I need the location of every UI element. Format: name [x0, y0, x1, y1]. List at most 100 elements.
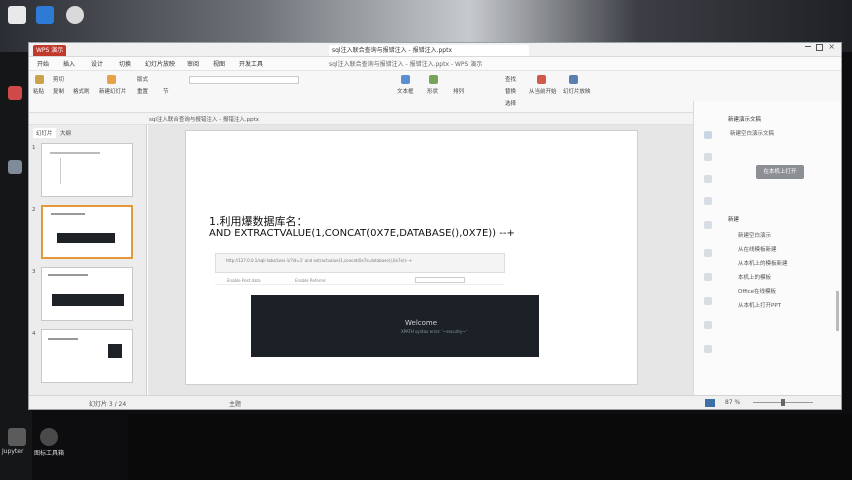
menu-slideshow[interactable]: 幻灯片放映 [145, 59, 175, 68]
slideshow-mode-icon[interactable] [705, 399, 715, 407]
slide-thumbnail-1[interactable] [41, 143, 133, 197]
pane-item-5[interactable]: Office在线模板 [738, 287, 776, 295]
shapes-icon[interactable] [429, 75, 438, 84]
thumb-image [52, 294, 124, 306]
menu-insert[interactable]: 插入 [63, 59, 75, 68]
status-bar: 幻灯片 3 / 24 主题 87 % [29, 395, 841, 409]
section-button[interactable]: 节 [163, 87, 169, 95]
tab-outline[interactable]: 大纲 [57, 128, 74, 138]
thumb-number-1: 1 [32, 145, 36, 151]
slide-payload-text[interactable]: AND EXTRACTVALUE(1,CONCAT(0X7E,DATABASE(… [209, 228, 515, 239]
copy-button[interactable]: 复制 [53, 87, 64, 95]
menu-developer[interactable]: 开发工具 [239, 59, 263, 68]
tab-slides[interactable]: 幻灯片 [33, 128, 56, 138]
pane-layout-icon[interactable] [704, 221, 712, 229]
pane-scrollbar[interactable] [836, 291, 839, 331]
pane-tools-icon[interactable] [704, 273, 712, 281]
reset-button[interactable]: 重置 [137, 87, 148, 95]
pane-style-icon[interactable] [704, 153, 712, 161]
teamviewer-icon[interactable] [66, 6, 84, 24]
thumb-number-2: 2 [32, 207, 36, 213]
task-pane-header: 新建演示文稿 [728, 117, 762, 123]
menu-bar: 开始 插入 设计 切换 幻灯片放映 审阅 视图 开发工具 sql注入联合查询与报… [29, 57, 841, 71]
new-slide-button[interactable]: 新建幻灯片 [99, 87, 127, 95]
replace-button[interactable]: 替换 [505, 87, 516, 95]
menu-home[interactable]: 开始 [37, 59, 49, 68]
paste-button[interactable]: 粘贴 [33, 87, 44, 95]
recycle-bin-icon[interactable] [8, 6, 26, 24]
layout-button[interactable]: 版式 [137, 75, 148, 83]
arrange-button[interactable]: 排列 [453, 87, 464, 95]
menu-design[interactable]: 设计 [91, 59, 103, 68]
thumb-text-line [60, 158, 61, 184]
tab-wps[interactable]: WPS 演示 [33, 45, 67, 56]
pane-animation-icon[interactable] [704, 197, 712, 205]
maximize-icon[interactable] [816, 44, 823, 51]
pane-new-icon[interactable] [704, 131, 712, 139]
menu-transition[interactable]: 切换 [119, 59, 131, 68]
current-slide[interactable]: 1.利用爆数据库名： AND EXTRACTVALUE(1,CONCAT(0X7… [185, 130, 638, 385]
document-tab-label[interactable]: sql注入联合查询与报错注入 - 报错注入.pptx [149, 115, 369, 123]
app-icon-red[interactable] [8, 86, 22, 100]
pane-more-icon[interactable] [704, 321, 712, 329]
pane-extra-icon[interactable] [704, 345, 712, 353]
new-slide-icon[interactable] [107, 75, 116, 84]
find-button[interactable]: 查找 [505, 75, 516, 83]
text-box-button[interactable]: 文本框 [397, 87, 414, 95]
desktop-dark-area [128, 414, 852, 480]
play-from-current-button[interactable]: 从当前开始 [529, 87, 557, 95]
thumb-text-line [50, 152, 100, 154]
pane-select-icon[interactable] [704, 175, 712, 183]
title-bar: WPS 演示 sql注入联合查询与报错注入 - 报错注入.pptx × [29, 42, 841, 57]
pane-item-4[interactable]: 本机上的模板 [738, 273, 771, 281]
pane-item-3[interactable]: 从本机上的模板新建 [738, 259, 788, 267]
paragraph-row[interactable] [311, 76, 391, 84]
pane-item-1[interactable]: 新建空白演示 [738, 231, 771, 239]
pane-backup-icon[interactable] [704, 249, 712, 257]
slideshow-button[interactable]: 幻灯片放映 [563, 87, 591, 95]
thumb-text-line [48, 338, 78, 340]
thumb-number-3: 3 [32, 269, 36, 275]
tab-document[interactable]: sql注入联合查询与报错注入 - 报错注入.pptx [329, 45, 529, 56]
menu-review[interactable]: 审阅 [187, 59, 199, 68]
pane-help-icon[interactable] [704, 297, 712, 305]
jupyter-icon[interactable] [8, 428, 26, 446]
thumb-image [108, 344, 122, 358]
font-style-row[interactable] [189, 88, 299, 96]
slide-thumbnail-pane: 幻灯片 大纲 1 2 3 4 [29, 125, 147, 395]
shapes-button[interactable]: 形状 [427, 87, 438, 95]
play-icon[interactable] [537, 75, 546, 84]
text-box-icon[interactable] [401, 75, 410, 84]
task-pane: 新建演示文稿 新建空白演示文稿 在本机上打开 新建 新建空白演示 从在线模板新建… [693, 101, 841, 395]
slide-thumbnail-4[interactable] [41, 329, 133, 383]
select-button[interactable]: 选择 [505, 99, 516, 107]
embedded-url-text: http://127.0.0.1/sqli-labs/Less-1/?id=1'… [226, 258, 413, 263]
task-pane-section: 新建 [728, 217, 740, 223]
embedded-referrer-checkbox: Enable Referrer [295, 278, 327, 283]
open-local-button[interactable]: 在本机上打开 [756, 165, 804, 179]
menu-view[interactable]: 视图 [213, 59, 225, 68]
task-pane-subheader[interactable]: 新建空白演示文稿 [730, 129, 774, 137]
pane-item-2[interactable]: 从在线模板新建 [738, 245, 777, 253]
slide-thumbnail-3[interactable] [41, 267, 133, 321]
close-icon[interactable]: × [828, 42, 835, 51]
theme-label: 主题 [229, 401, 242, 408]
security-app-icon[interactable] [36, 6, 54, 24]
pane-item-6[interactable]: 从本机上打开PPT [738, 301, 781, 309]
slide-thumbnail-2[interactable] [41, 205, 133, 259]
font-family-select[interactable] [189, 76, 299, 84]
thumb-number-4: 4 [32, 331, 36, 337]
slide-heading[interactable]: 1.利用爆数据库名： [209, 213, 308, 229]
embedded-toolbar: Enable Post data Enable Referrer [215, 277, 505, 285]
embedded-url-bar: http://127.0.0.1/sqli-labs/Less-1/?id=1'… [215, 253, 505, 273]
app-icon-gray[interactable] [8, 160, 22, 174]
paste-icon[interactable] [35, 75, 44, 84]
minimize-icon[interactable] [805, 46, 811, 47]
toolbox-icon[interactable] [40, 428, 58, 446]
slideshow-icon[interactable] [569, 75, 578, 84]
thumb-image [57, 233, 115, 243]
desktop-label-toolbox: 图标工具箱 [34, 450, 65, 457]
format-painter-button[interactable]: 格式刷 [73, 87, 90, 95]
zoom-slider-handle[interactable] [781, 399, 785, 406]
cut-button[interactable]: 剪切 [53, 75, 64, 83]
